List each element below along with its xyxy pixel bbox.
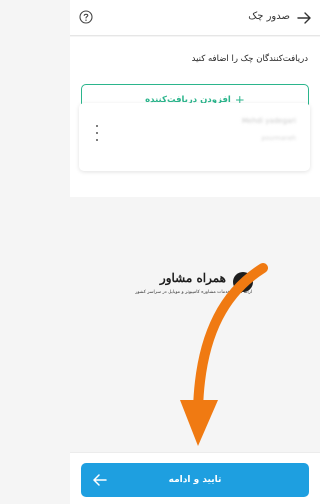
bottom-action-bar: تایید و ادامه bbox=[70, 452, 320, 504]
annotation-arrow-icon bbox=[180, 263, 268, 446]
back-button[interactable] bbox=[294, 8, 314, 28]
confirm-continue-button[interactable]: تایید و ادامه bbox=[81, 463, 309, 497]
recipient-subtitle: pourmaneh bbox=[261, 135, 296, 142]
arrow-right-icon bbox=[297, 12, 311, 24]
more-vertical-icon[interactable] bbox=[93, 125, 101, 141]
help-button[interactable] bbox=[78, 9, 94, 25]
confirm-continue-label: تایید و ادامه bbox=[168, 475, 222, 485]
recipient-name: Mehdi yadegari bbox=[241, 117, 296, 125]
page-title: صدور چک bbox=[248, 11, 290, 22]
question-circle-icon bbox=[79, 10, 93, 24]
recipient-card[interactable]: Mehdi yadegari pourmaneh bbox=[79, 103, 310, 171]
app-header: صدور چک bbox=[70, 0, 320, 36]
instruction-text: دریافت‌کنندگان چک را اضافه کنید bbox=[191, 54, 308, 64]
arrow-left-icon bbox=[93, 474, 107, 486]
